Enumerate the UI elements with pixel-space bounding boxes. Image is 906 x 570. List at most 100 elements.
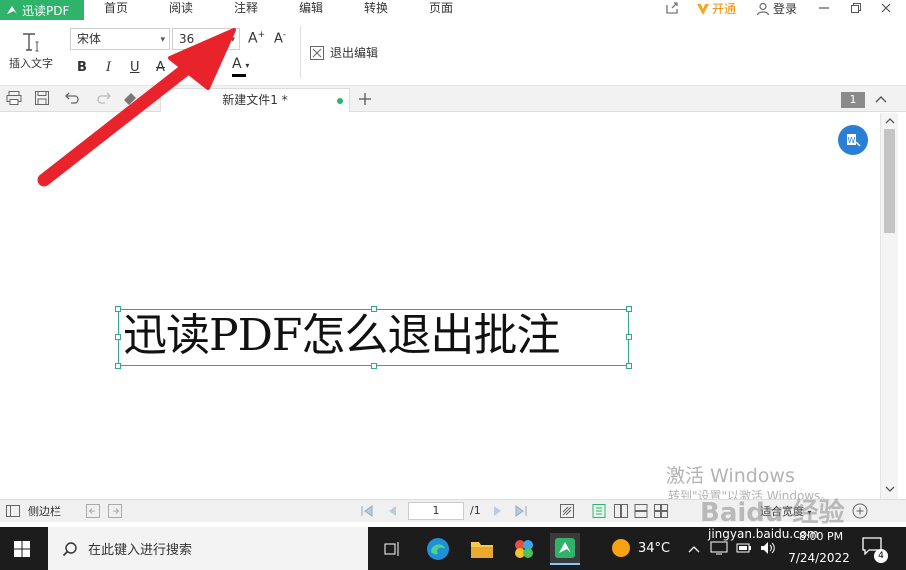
sidebar-icon — [6, 505, 20, 517]
grid-page-icon[interactable] — [654, 504, 668, 518]
font-family-value: 宋体 — [77, 32, 102, 46]
windows-taskbar: 在此键入进行搜索 34°C 8:00 PM jingyan.baidu.com … — [0, 527, 906, 570]
word-convert-button[interactable]: W — [838, 125, 868, 155]
volume-icon[interactable] — [760, 541, 776, 555]
xundu-pdf-taskbar-button[interactable] — [550, 533, 580, 565]
login-button[interactable]: 登录 — [756, 0, 797, 17]
svg-text:W: W — [848, 136, 856, 145]
print-icon[interactable] — [6, 90, 22, 106]
user-icon — [756, 2, 770, 15]
zoom-in-icon[interactable] — [852, 503, 868, 519]
edge-browser-icon[interactable] — [426, 537, 450, 561]
menu-convert[interactable]: 转换 — [364, 0, 388, 20]
resize-handle[interactable] — [115, 363, 121, 369]
page-total: /1 — [470, 504, 481, 517]
underline-button[interactable]: U — [130, 60, 140, 75]
font-grow-button[interactable]: A+ — [248, 30, 265, 47]
resize-handle[interactable] — [115, 306, 121, 312]
menu-page[interactable]: 页面 — [429, 0, 453, 20]
font-size-select[interactable]: 36 ▾ — [172, 28, 240, 50]
tab-document[interactable]: 新建文件1 * — [160, 88, 350, 112]
ribbon-toolbar: 插入文字 宋体 ▾ 36 ▾ A+ A- B I U A x2 A ▾ 退出编辑 — [0, 20, 906, 86]
font-color-label: A — [232, 56, 242, 72]
app-name: 迅读PDF — [22, 3, 70, 18]
back-page-icon[interactable] — [86, 504, 100, 518]
menu-read[interactable]: 阅读 — [169, 0, 193, 20]
vip-label: 开通 — [712, 2, 737, 16]
file-explorer-icon[interactable] — [470, 538, 494, 560]
menu-annotate[interactable]: 注释 — [234, 0, 258, 20]
double-page-icon[interactable] — [614, 504, 628, 518]
notification-center-button[interactable]: 4 — [862, 537, 888, 563]
baidu-watermark: Baidu 经验 — [700, 498, 845, 528]
search-icon — [62, 541, 77, 556]
continuous-page-icon[interactable] — [634, 504, 648, 518]
word-convert-icon: W — [847, 134, 861, 147]
prev-page-icon[interactable] — [386, 505, 398, 517]
menu-home[interactable]: 首页 — [104, 0, 128, 20]
resize-handle[interactable] — [371, 306, 377, 312]
eraser-icon[interactable] — [122, 90, 138, 106]
task-view-icon[interactable] — [384, 540, 402, 558]
undo-icon[interactable] — [64, 90, 82, 106]
clock-date: 7/24/2022 — [788, 551, 850, 565]
menu-edit[interactable]: 编辑 — [299, 0, 323, 20]
font-shrink-button[interactable]: A- — [274, 30, 286, 46]
unsaved-dot — [337, 98, 343, 104]
restore-button[interactable] — [846, 0, 866, 16]
share-icon[interactable] — [664, 1, 680, 15]
insert-text-label: 插入文字 — [9, 57, 53, 70]
network-icon[interactable] — [710, 541, 728, 555]
single-page-icon[interactable] — [592, 504, 606, 518]
forward-page-icon[interactable] — [108, 504, 122, 518]
italic-button[interactable]: I — [106, 60, 111, 75]
sidebar-label: 侧边栏 — [28, 505, 61, 518]
subscript-button[interactable]: x2 — [206, 64, 217, 74]
exit-edit-icon — [310, 45, 324, 60]
exit-edit-button[interactable]: 退出编辑 — [310, 44, 378, 61]
text-box-selection[interactable]: 迅读PDF怎么退出批注 — [115, 306, 632, 369]
font-shrink-label: A — [274, 31, 283, 47]
resize-handle[interactable] — [626, 334, 632, 340]
fit-page-icon[interactable] — [560, 504, 574, 518]
save-icon[interactable] — [34, 90, 50, 106]
chevron-up-icon[interactable] — [688, 545, 700, 553]
chevron-up-icon[interactable] — [874, 94, 888, 104]
battery-icon[interactable] — [736, 541, 752, 555]
app-logo-icon — [7, 6, 17, 14]
chevron-down-icon: ▾ — [230, 35, 235, 45]
bold-button[interactable]: B — [77, 60, 87, 75]
weather-widget[interactable]: 34°C — [612, 539, 670, 557]
resize-handle[interactable] — [115, 334, 121, 340]
page-number-input[interactable]: 1 — [408, 502, 464, 520]
next-page-icon[interactable] — [492, 505, 504, 517]
photos-app-icon[interactable] — [512, 537, 536, 561]
first-page-icon[interactable] — [360, 505, 374, 517]
resize-handle[interactable] — [626, 363, 632, 369]
taskbar-search-input[interactable]: 在此键入进行搜索 — [48, 527, 368, 570]
scroll-up-icon[interactable] — [885, 117, 895, 125]
xundu-pdf-icon — [555, 538, 575, 558]
vip-button[interactable]: 开通 — [696, 0, 736, 17]
sidebar-toggle-button[interactable]: 侧边栏 — [6, 503, 61, 519]
redo-icon[interactable] — [94, 90, 112, 106]
minimize-button[interactable] — [814, 0, 834, 16]
font-size-value: 36 — [179, 32, 195, 46]
scrollbar-thumb[interactable] — [884, 129, 895, 233]
resize-handle[interactable] — [626, 306, 632, 312]
last-page-icon[interactable] — [514, 505, 528, 517]
font-family-select[interactable]: 宋体 ▾ — [70, 28, 170, 50]
font-color-button[interactable]: A ▾ — [232, 56, 256, 78]
close-button[interactable] — [876, 0, 896, 16]
resize-handle[interactable] — [371, 363, 377, 369]
scroll-down-icon[interactable] — [885, 485, 895, 493]
app-brand-button[interactable]: 迅读PDF — [0, 0, 84, 20]
insert-text-button[interactable]: 插入文字 — [4, 30, 58, 76]
document-canvas[interactable]: W 迅读PDF怎么退出批注 激活 Windows 转到"设置"以激活 Windo… — [0, 113, 880, 503]
document-text[interactable]: 迅读PDF怎么退出批注 — [123, 306, 560, 366]
add-tab-icon[interactable] — [358, 92, 372, 106]
vertical-scrollbar[interactable] — [880, 113, 898, 499]
strikethrough-button[interactable]: A — [156, 60, 165, 75]
weather-temp: 34°C — [638, 540, 671, 556]
windows-start-icon[interactable] — [14, 541, 30, 557]
